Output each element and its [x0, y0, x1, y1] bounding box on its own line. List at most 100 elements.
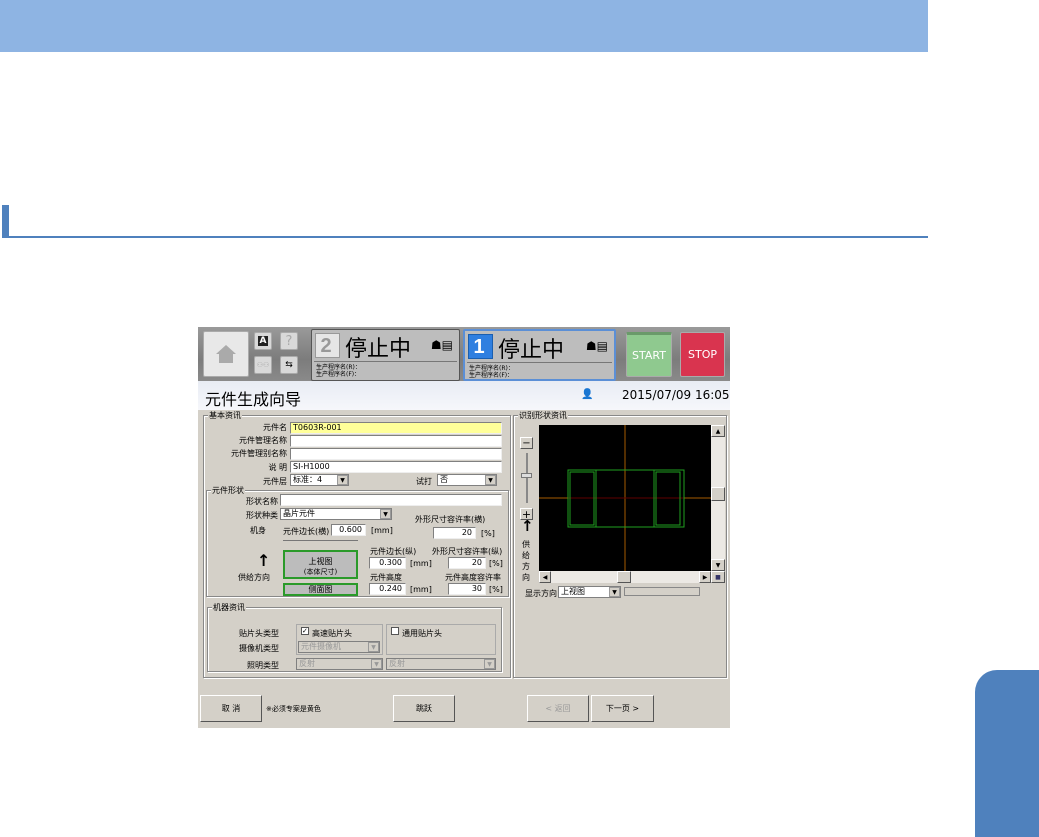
home-icon [216, 345, 236, 363]
title-bar: 元件生成向导 👤 2015/07/09 16:05 [198, 381, 730, 410]
arrow-up-icon: ↑ [257, 551, 271, 570]
unit-mm: [mm] [371, 526, 393, 535]
scroll-right-icon[interactable]: ▶ [699, 571, 711, 583]
chevron-down-icon: ▼ [380, 509, 391, 519]
len-h-label: 元件边长(横) [283, 527, 330, 536]
mgmt-alias-input[interactable] [290, 448, 502, 460]
height-input[interactable]: 0.240 [369, 583, 406, 595]
top-view-button[interactable]: 上视图 (本体尺寸) [283, 550, 358, 579]
operators-icon: ⚇⚇ [256, 361, 270, 369]
next-button[interactable]: 下一页 > [591, 695, 654, 722]
light-select-1[interactable]: 反射 ▼ [296, 658, 383, 670]
required-note: ※必须专案是黄色 [266, 705, 321, 713]
head-fast-label: 高速贴片头 [312, 629, 352, 638]
group-label: 元件形状 [211, 485, 245, 496]
feed-direction-label: 供给方向 [522, 540, 530, 582]
vertical-scroll-thumb[interactable] [711, 487, 725, 501]
description-input[interactable]: SI-H1000 [290, 461, 502, 473]
lane-status: 停止中 [345, 337, 412, 362]
layer-value: 标准：4 [293, 475, 323, 484]
horizontal-scrollbar[interactable]: ◀ ▶ [539, 571, 711, 583]
horizontal-scroll-thumb[interactable] [617, 571, 631, 583]
program-name-f: 生产程序名(F)： [469, 372, 514, 379]
part-wizard-screen: A ? ⚇⚇ ⇆ 2 停止中 ☗▤ 生产程序名(R)： 生产程序名(F)： 1 停… [198, 327, 730, 728]
skip-button[interactable]: 跳跃 [393, 695, 455, 722]
layer-select[interactable]: 标准：4 ▼ [290, 474, 349, 486]
zoom-slider-thumb[interactable] [521, 473, 532, 478]
arrow-up-icon: ↑ [521, 517, 534, 535]
head-general-checkbox[interactable] [391, 627, 399, 635]
display-direction-select[interactable]: 上视图 ▼ [558, 586, 621, 598]
group-label: 识别形状资讯 [518, 410, 568, 421]
transfer-icon: ⇆ [285, 360, 293, 370]
group-label: 基本资讯 [208, 410, 242, 421]
lane-2-status[interactable]: 2 停止中 ☗▤ 生产程序名(R)： 生产程序名(F)： [311, 329, 460, 381]
part-name-label: 元件名 [263, 423, 287, 432]
zoom-slider[interactable] [526, 453, 528, 503]
program-name-r: 生产程序名(R)： [316, 364, 361, 371]
help-button[interactable]: ? [280, 332, 298, 350]
part-name-input[interactable]: T0603R-001 [290, 422, 502, 434]
mgmt-alias-label: 元件管理别名称 [231, 449, 287, 458]
trial-select[interactable]: 否 ▼ [437, 474, 497, 486]
page-title: 元件生成向导 [205, 390, 302, 409]
program-name-f: 生产程序名(F)： [316, 371, 361, 378]
transfer-button[interactable]: ⇆ [280, 356, 298, 374]
user-icon: 👤 [581, 389, 594, 400]
len-h-input[interactable]: 0.600 [331, 524, 366, 536]
tol-v-label: 外形尺寸容许率(纵) [432, 547, 503, 556]
camera-label: 摄像机类型 [239, 644, 279, 653]
len-v-input[interactable]: 0.300 [369, 557, 406, 569]
head-fast-checkbox[interactable]: ✓ [301, 627, 309, 635]
mgmt-name-input[interactable] [290, 435, 502, 447]
start-button[interactable]: START [626, 332, 672, 377]
chevron-down-icon: ▼ [368, 642, 379, 652]
light-value: 反射 [299, 659, 315, 668]
unit-mm: [mm] [410, 559, 432, 568]
unit-pct: [%] [489, 559, 503, 568]
tol-h-input[interactable]: 20 [433, 527, 476, 539]
cancel-button[interactable]: 取 消 [200, 695, 262, 722]
display-direction-label: 显示方向 [525, 589, 557, 598]
operator-clipboard-icon: ☗▤ [585, 339, 608, 353]
scroll-down-icon[interactable]: ▼ [711, 559, 725, 571]
back-button[interactable]: < 返回 [527, 695, 589, 722]
light-select-2[interactable]: 反射 ▼ [386, 658, 496, 670]
machine-toolbar: A ? ⚇⚇ ⇆ 2 停止中 ☗▤ 生产程序名(R)： 生产程序名(F)： 1 停… [198, 327, 730, 381]
stop-button[interactable]: STOP [680, 332, 725, 377]
head-general-label: 通用贴片头 [402, 629, 442, 638]
fit-view-icon[interactable]: ■ [711, 571, 725, 583]
tol-height-input[interactable]: 30 [448, 583, 486, 595]
home-button[interactable] [203, 331, 249, 377]
camera-value: 元件摄像机 [301, 642, 341, 651]
height-label: 元件高度 [370, 573, 402, 582]
group-label: 机器资讯 [212, 602, 246, 613]
description-label: 说 明 [268, 463, 287, 472]
width-dimension-arrow [283, 540, 358, 544]
shape-name-label: 形状名称 [246, 497, 278, 506]
scroll-left-icon[interactable]: ◀ [539, 571, 551, 583]
display-info-field [624, 587, 700, 596]
tol-h-label: 外形尺寸容许率(横) [415, 515, 486, 524]
language-button[interactable]: A [254, 332, 272, 350]
shape-type-select[interactable]: 晶片元件 ▼ [280, 508, 392, 520]
side-view-button[interactable]: 侧面图 [283, 583, 358, 596]
camera-select[interactable]: 元件摄像机 ▼ [298, 641, 380, 653]
tol-v-input[interactable]: 20 [448, 557, 486, 569]
vertical-scrollbar[interactable]: ▲ ▼ [711, 425, 725, 571]
chapter-tab [975, 670, 1039, 837]
body-label: 机身 [250, 526, 266, 535]
chevron-down-icon: ▼ [485, 475, 496, 485]
chevron-down-icon: ▼ [609, 587, 620, 597]
program-name-r: 生产程序名(R)： [469, 365, 514, 372]
lane-number: 1 [468, 334, 493, 359]
trial-value: 否 [440, 475, 448, 484]
scroll-up-icon[interactable]: ▲ [711, 425, 725, 437]
zoom-out-button[interactable]: − [520, 437, 533, 449]
shape-preview-canvas [539, 425, 711, 571]
shape-name-input[interactable] [280, 494, 502, 506]
minus-icon: − [522, 437, 531, 449]
operator-button[interactable]: ⚇⚇ [254, 356, 272, 374]
lane-1-status[interactable]: 1 停止中 ☗▤ 生产程序名(R)： 生产程序名(F)： [463, 329, 616, 381]
mgmt-name-label: 元件管理名称 [239, 436, 287, 445]
